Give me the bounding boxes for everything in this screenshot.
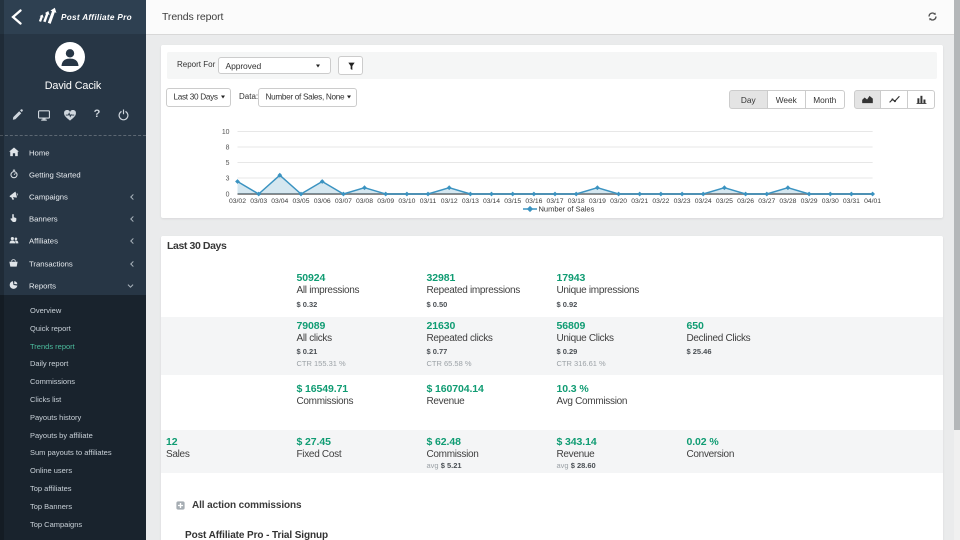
svg-text:03/23: 03/23 (674, 198, 691, 205)
svg-text:03/08: 03/08 (356, 198, 373, 205)
svg-text:03/14: 03/14 (483, 198, 500, 205)
svg-text:03/29: 03/29 (801, 198, 818, 205)
svg-text:03/03: 03/03 (250, 198, 267, 205)
svg-text:5: 5 (226, 160, 230, 167)
svg-text:03/21: 03/21 (631, 198, 648, 205)
svg-text:03/12: 03/12 (441, 198, 458, 205)
svg-text:03/26: 03/26 (737, 198, 754, 205)
svg-text:10: 10 (222, 129, 230, 136)
svg-text:03/13: 03/13 (462, 198, 479, 205)
svg-text:03/10: 03/10 (398, 198, 415, 205)
svg-text:03/22: 03/22 (652, 198, 669, 205)
svg-text:04/01: 04/01 (864, 198, 881, 205)
svg-text:03/06: 03/06 (314, 198, 331, 205)
svg-text:03/07: 03/07 (335, 198, 352, 205)
svg-text:03/15: 03/15 (504, 198, 521, 205)
svg-text:03/02: 03/02 (229, 198, 246, 205)
svg-text:03/04: 03/04 (271, 198, 288, 205)
svg-text:3: 3 (226, 176, 230, 183)
svg-text:03/09: 03/09 (377, 198, 394, 205)
svg-text:03/11: 03/11 (420, 198, 437, 205)
svg-text:8: 8 (226, 145, 230, 152)
svg-text:03/28: 03/28 (779, 198, 796, 205)
svg-text:03/24: 03/24 (695, 198, 712, 205)
svg-text:03/30: 03/30 (822, 198, 839, 205)
svg-text:03/27: 03/27 (758, 198, 775, 205)
svg-text:03/20: 03/20 (610, 198, 627, 205)
svg-text:03/05: 03/05 (292, 198, 309, 205)
svg-text:03/31: 03/31 (843, 198, 860, 205)
svg-text:03/25: 03/25 (716, 198, 733, 205)
svg-text:Number of Sales: Number of Sales (539, 205, 595, 214)
